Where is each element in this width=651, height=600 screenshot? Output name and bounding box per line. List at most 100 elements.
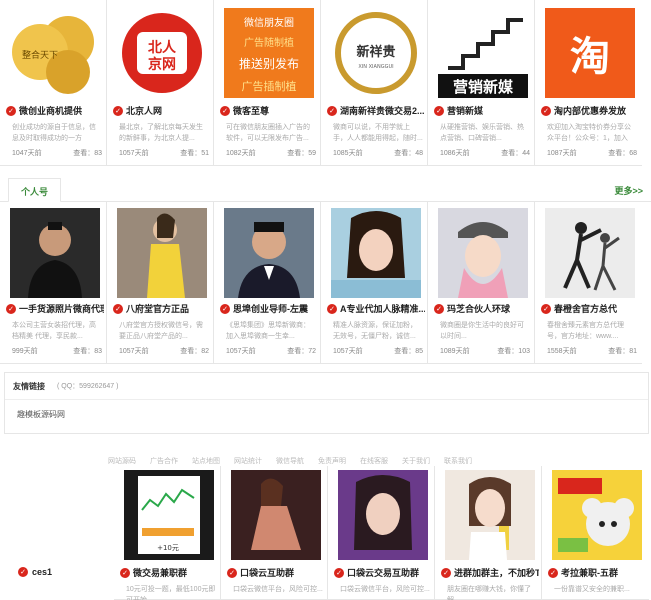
card-description: 朋友圈在哪赚大钱，你懂了解... <box>447 586 531 600</box>
beijing-logo-image: 北人 京网 <box>117 8 207 98</box>
card-title[interactable]: ✓ 淘内部优惠券发放 <box>541 104 639 117</box>
verified-check-icon: ✓ <box>220 303 230 314</box>
card-title[interactable]: ✓ 考拉兼职-五群 <box>548 566 646 579</box>
footer-link[interactable]: 广告合作 <box>150 456 178 466</box>
card-thumbnail[interactable]: 营销新媒 <box>438 8 528 98</box>
card-title[interactable]: ✓ 口袋云互助群 <box>227 566 325 579</box>
card-title[interactable]: ✓ 口袋云交易互助群 <box>334 566 432 579</box>
card-thumbnail[interactable] <box>331 208 421 298</box>
verified-check-icon: ✓ <box>6 303 16 314</box>
card-meta: 1057天前 查看：82 <box>119 348 209 355</box>
card-item[interactable]: 新祥贵 XIN XIANGGUI ✓ 湖南新祥贵微交易2... 微商可以说，不用学… <box>321 0 428 166</box>
ces-label[interactable]: ✓ ces1 <box>18 567 52 577</box>
svg-text:营销新媒: 营销新媒 <box>453 78 514 96</box>
friendly-links-box: 友情链接 ( QQ：599262647 ) 趣模板源码网 <box>4 372 649 434</box>
card-title[interactable]: ✓ 进群加群主，不加秒T <box>441 566 539 579</box>
card-item[interactable]: 微信朋友圈 广告随制植 推送别发布 广告插制植 ✓ 微客至尊 可在微信朋友圈插入广… <box>214 0 321 166</box>
koala-poster-image <box>552 470 642 560</box>
card-title[interactable]: ✓ 营销新媒 <box>434 104 532 117</box>
card-item[interactable]: ✓ 口袋云交易互助群 口袋云微信平台，风险可控... <box>328 466 435 600</box>
card-item[interactable]: ✓ A专业代加人脉精准... 精准人脉资源，保证加粉，无效号，无僵尸粉，诚信...… <box>321 202 428 364</box>
card-item[interactable]: ✓ 思埠创业导师-左震 《思埠集团》思埠新微商：加入思埠微商一生幸... 1057… <box>214 202 321 364</box>
svg-text:+10元: +10元 <box>157 544 179 552</box>
card-item[interactable]: 北人 京网 ✓ 北京人网 最北京，了解北京每天发生的新鲜事，为北京人提... 10… <box>107 0 214 166</box>
card-thumbnail[interactable] <box>545 208 635 298</box>
card-title[interactable]: ✓ 玛芝合伙人环球 <box>434 302 532 315</box>
card-description: 口袋云微信平台，风险可控... <box>340 586 430 593</box>
more-link[interactable]: 更多>> <box>614 184 643 197</box>
card-item[interactable]: ✓ 玛芝合伙人环球 微商圈是你生活中的良好可以时间... 1089天前 查看：103 <box>428 202 535 364</box>
card-title[interactable]: ✓ A专业代加人脉精准... <box>327 302 425 315</box>
tab-personal[interactable]: 个人号 <box>8 178 62 203</box>
card-title[interactable]: ✓ 春橙舍官方总代 <box>541 302 639 315</box>
card-meta: 1087天前 查看：68 <box>547 150 637 157</box>
girl-cap-image <box>438 208 528 298</box>
card-title[interactable]: ✓ 思埠创业导师-左震 <box>220 302 318 315</box>
card-item[interactable]: 淘 ✓淘内部优惠券发放 欢迎加入淘宝特价券分享公众平台！公众号：1，加入千...… <box>535 0 642 166</box>
links-heading: 友情链接 <box>13 382 45 391</box>
card-item[interactable]: ✓ 一手货源照片微商代理 本公司主营女装招代理，高档精美 代理，享民款... 99… <box>0 202 107 364</box>
card-meta: 1086天前 查看：44 <box>440 150 530 157</box>
footer-link[interactable]: 网站源码 <box>108 456 136 466</box>
card-meta: 1047天前 查看：83 <box>12 150 102 157</box>
card-thumbnail[interactable]: 整合天下 <box>10 8 100 98</box>
card-thumbnail[interactable]: 新祥贵 XIN XIANGGUI <box>331 8 421 98</box>
card-thumbnail[interactable]: +10元 <box>124 470 214 560</box>
girl-drink-image <box>445 470 535 560</box>
verified-check-icon: ✓ <box>113 105 123 116</box>
footer-link[interactable]: 微信导航 <box>276 456 304 466</box>
man-suit-image <box>224 208 314 298</box>
verified-check-icon: ✓ <box>6 105 16 116</box>
card-item[interactable]: ✓ 考拉兼职-五群 一份靠谱又安全的兼职... <box>542 466 649 600</box>
card-title[interactable]: ✓ 湖南新祥贵微交易2... <box>327 104 425 117</box>
section-header: 个人号 更多>> <box>0 178 651 203</box>
card-thumbnail[interactable] <box>117 208 207 298</box>
card-thumbnail[interactable] <box>552 470 642 560</box>
card-item[interactable]: +10元 ✓微交易兼职群 10元可投一题，最低100元即可开始... <box>114 466 221 600</box>
card-title[interactable]: ✓ 一手货源照片微商代理 <box>6 302 104 315</box>
card-thumbnail[interactable] <box>445 470 535 560</box>
svg-text:新祥贵: 新祥贵 <box>356 44 395 60</box>
footer-link[interactable]: 免责声明 <box>318 456 346 466</box>
golden-balls-image: 整合天下 <box>10 8 100 98</box>
card-thumbnail[interactable] <box>10 208 100 298</box>
card-thumbnail[interactable] <box>338 470 428 560</box>
woman-reclining-image <box>231 470 321 560</box>
card-item[interactable]: ✓进群加群主，不加秒T 朋友圈在哪赚大钱，你懂了解... <box>435 466 542 600</box>
card-item[interactable]: ✓ 八府堂官方正品 八府堂官方授权微信号，需要正品八府堂产品的... 1057天前… <box>107 202 214 364</box>
card-thumbnail[interactable]: 微信朋友圈 广告随制植 推送别发布 广告插制植 <box>224 8 314 98</box>
card-item[interactable]: 营销新媒 ✓ 营销新媒 从硬推营销、娱乐营销、热点营销、口碑营销... 1086天… <box>428 0 535 166</box>
card-item[interactable]: ✓ 春橙舍官方总代 春橙舍臻元素官方总代理号，官方地址：www.... 1558天… <box>535 202 642 364</box>
card-title[interactable]: ✓ 微创业商机提供 <box>6 104 104 117</box>
footer-link[interactable]: 联系我们 <box>444 456 472 466</box>
card-thumbnail[interactable] <box>231 470 321 560</box>
footer-link[interactable]: 网站统计 <box>234 456 262 466</box>
card-meta: 1057天前 查看：51 <box>119 150 209 157</box>
card-item[interactable]: ✓ 口袋云互助群 口袋云微信平台，风险可控... <box>221 466 328 600</box>
card-title[interactable]: ✓ 八府堂官方正品 <box>113 302 211 315</box>
card-item[interactable]: 整合天下 ✓ 微创业商机提供 创业成功的源自于信息，信息及时取得成功的一方 104… <box>0 0 107 166</box>
footer-link[interactable]: 关于我们 <box>402 456 430 466</box>
card-title[interactable]: ✓ 北京人网 <box>113 104 211 117</box>
svg-text:整合天下: 整合天下 <box>22 49 58 61</box>
card-thumbnail[interactable] <box>224 208 314 298</box>
card-title[interactable]: ✓ 微客至尊 <box>220 104 318 117</box>
footer-nav: 网站源码 广告合作 站点地图 网站统计 微信导航 免责声明 在线客服 关于我们 … <box>60 456 651 466</box>
card-description: 欢迎加入淘宝特价券分享公众平台！公众号：1，加入千... <box>547 124 631 142</box>
svg-text:广告随制植: 广告随制植 <box>244 36 294 49</box>
card-description: 微商圈是你生活中的良好可以时间... <box>440 322 524 340</box>
verified-check-icon: ✓ <box>18 567 28 577</box>
card-thumbnail[interactable]: 北人 京网 <box>117 8 207 98</box>
footer-link[interactable]: 在线客服 <box>360 456 388 466</box>
card-meta: 1057天前 查看：72 <box>226 348 316 355</box>
card-thumbnail[interactable] <box>438 208 528 298</box>
svg-text:北人: 北人 <box>148 39 177 56</box>
svg-text:淘: 淘 <box>570 34 610 80</box>
friendly-link[interactable]: 趣模板源码网 <box>17 409 65 420</box>
card-title[interactable]: ✓ 微交易兼职群 <box>120 566 218 579</box>
marketing-media-image: 营销新媒 <box>438 8 528 98</box>
footer-link[interactable]: 站点地图 <box>192 456 220 466</box>
card-thumbnail[interactable]: 淘 <box>545 8 635 98</box>
girl-selfie-image <box>331 208 421 298</box>
group-grid: +10元 ✓微交易兼职群 10元可投一题，最低100元即可开始... ✓口袋云互… <box>114 466 651 600</box>
